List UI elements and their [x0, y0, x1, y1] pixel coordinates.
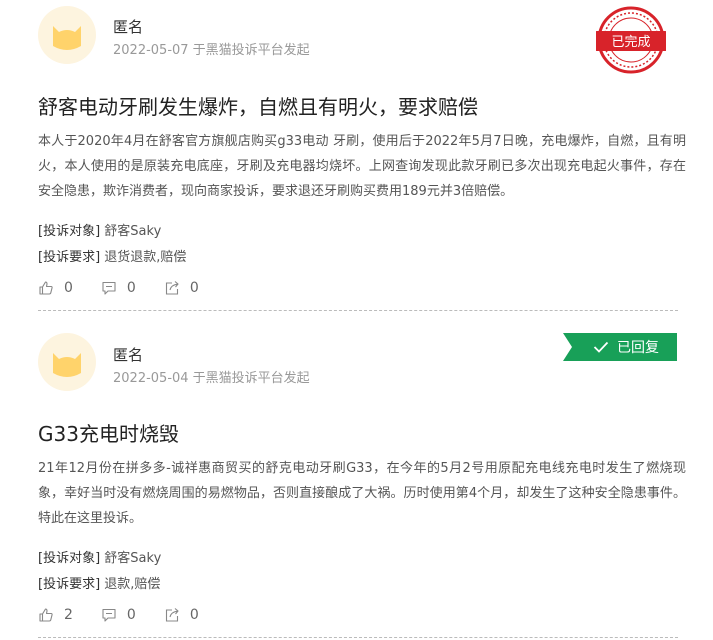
divider: [38, 310, 678, 311]
cat-avatar-icon: [53, 353, 81, 377]
target-label: [投诉对象]: [38, 551, 101, 566]
avatar: [38, 333, 96, 391]
request-label: [投诉要求]: [38, 250, 101, 265]
share-icon: [165, 608, 179, 622]
target-label: [投诉对象]: [38, 224, 101, 239]
like-count: 0: [64, 280, 73, 296]
comment-button[interactable]: 0: [101, 607, 136, 623]
share-button[interactable]: 0: [164, 280, 199, 296]
comment-count: 0: [126, 280, 136, 296]
complaint-target: [投诉对象] 舒客Saky: [38, 220, 161, 239]
complaint-body: 本人于2020年4月在舒客官方旗舰店购买g33电动 牙刷，使用后于2022年5月…: [38, 134, 686, 199]
complaint-card[interactable]: 匿名 2022-05-04 于黑猫投诉平台发起 已回复 G33充电时烧毁 21年…: [0, 330, 713, 640]
complaint-list: 匿名 2022-05-07 于黑猫投诉平台发起 已完成 舒客电动牙刷发生爆炸，自…: [0, 0, 713, 640]
complaint-title[interactable]: 舒客电动牙刷发生爆炸，自燃且有明火，要求赔偿: [38, 91, 478, 120]
divider: [38, 637, 678, 638]
cat-avatar-icon: [53, 26, 81, 50]
request-value: 退货退款,赔偿: [104, 250, 187, 265]
comment-count: 0: [126, 607, 136, 623]
status-label: 已完成: [611, 35, 650, 50]
share-icon: [165, 281, 179, 295]
replied-badge: 已回复: [563, 333, 677, 361]
complaint-title[interactable]: G33充电时烧毁: [38, 418, 179, 447]
share-count: 0: [189, 280, 199, 296]
complaint-request: [投诉要求] 退款,赔偿: [38, 573, 160, 592]
post-meta: 2022-05-07 于黑猫投诉平台发起: [113, 43, 310, 58]
status-label: 已回复: [617, 340, 659, 356]
like-count: 2: [64, 607, 73, 623]
action-bar: 0 0 0: [38, 278, 227, 298]
check-icon: [593, 341, 609, 353]
comment-icon: [102, 281, 116, 295]
share-button[interactable]: 0: [164, 607, 199, 623]
action-bar: 2 0 0: [38, 605, 227, 625]
post-meta: 2022-05-04 于黑猫投诉平台发起: [113, 371, 310, 386]
like-icon: [39, 281, 53, 295]
author-name[interactable]: 匿名: [113, 344, 143, 365]
author-name[interactable]: 匿名: [113, 16, 143, 37]
request-value: 退款,赔偿: [104, 577, 161, 592]
complaint-body: 21年12月份在拼多多-诚祥惠商贸买的舒克电动牙刷G33，在今年的5月2号用原配…: [38, 461, 686, 526]
share-count: 0: [189, 607, 199, 623]
target-value[interactable]: 舒客Saky: [104, 224, 161, 239]
complaint-request: [投诉要求] 退货退款,赔偿: [38, 246, 186, 265]
avatar: [38, 6, 96, 64]
like-button[interactable]: 2: [38, 607, 73, 623]
target-value[interactable]: 舒客Saky: [104, 551, 161, 566]
request-label: [投诉要求]: [38, 577, 101, 592]
like-button[interactable]: 0: [38, 280, 73, 296]
comment-button[interactable]: 0: [101, 280, 136, 296]
like-icon: [39, 608, 53, 622]
complaint-card[interactable]: 匿名 2022-05-07 于黑猫投诉平台发起 已完成 舒客电动牙刷发生爆炸，自…: [0, 0, 713, 312]
completed-stamp: 已完成: [596, 6, 666, 74]
comment-icon: [102, 608, 116, 622]
complaint-target: [投诉对象] 舒客Saky: [38, 547, 161, 566]
